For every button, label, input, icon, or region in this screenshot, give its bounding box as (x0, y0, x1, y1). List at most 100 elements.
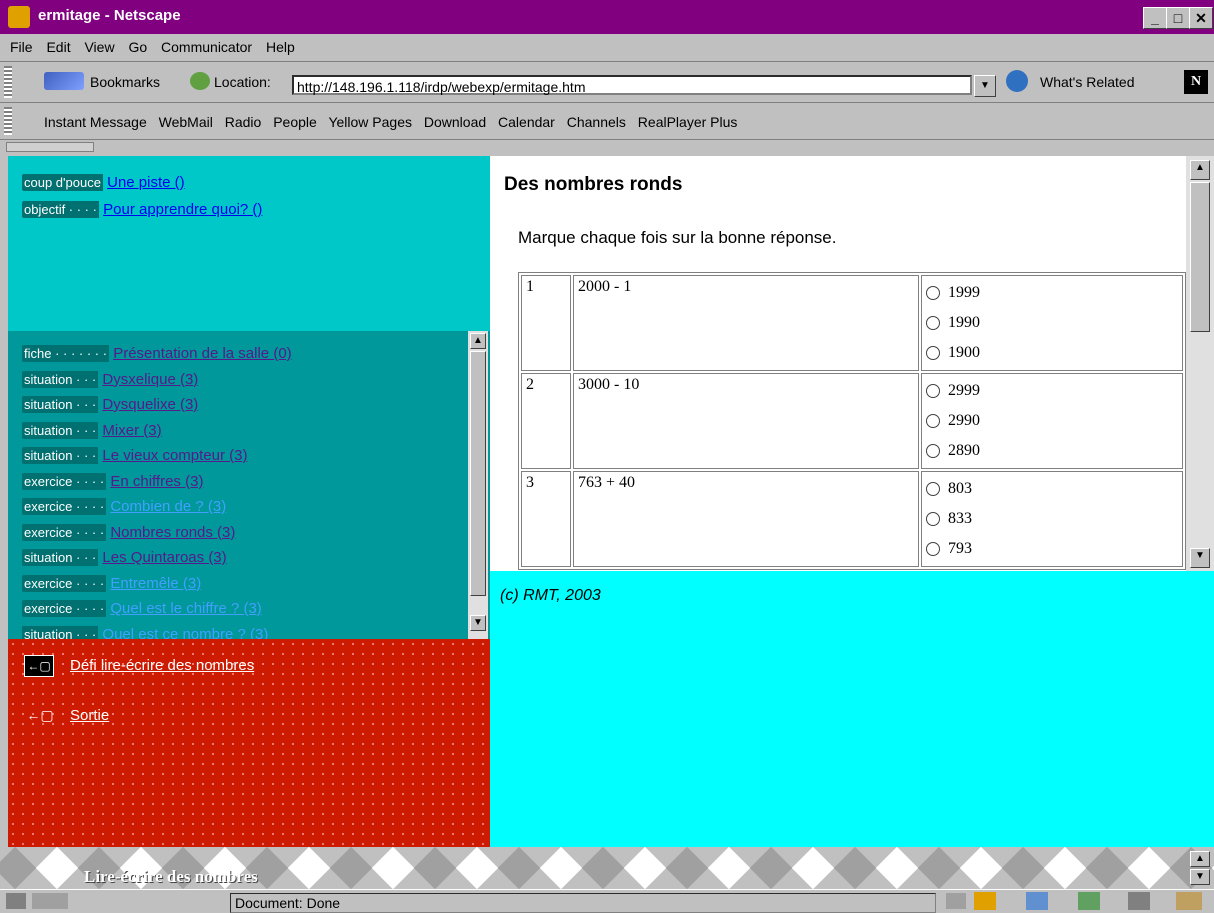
content-scrollbar[interactable]: ▲ ▼ (1186, 156, 1214, 571)
row-tag: fiche · · · · · · · (22, 345, 110, 362)
diamond-shape (581, 847, 625, 889)
diamond-shape (329, 847, 373, 889)
whats-related-button[interactable]: What's Related (1040, 74, 1135, 90)
radio-button[interactable] (926, 542, 940, 557)
diamond-shape (707, 847, 751, 889)
scroll-up-button[interactable]: ▲ (470, 333, 486, 349)
option-label: 1900 (948, 344, 980, 361)
minimize-button[interactable]: _ (1143, 7, 1167, 29)
instruction-text: Marque chaque fois sur la bonne réponse. (518, 228, 837, 247)
nav-link[interactable]: Combien de ? (3) (110, 498, 226, 515)
exit-link[interactable]: Sortie (70, 707, 109, 724)
copyright-text: (c) RMT, 2003 (500, 587, 601, 604)
hint-link[interactable]: Une piste () (107, 174, 185, 191)
option-label: 803 (948, 480, 972, 497)
menu-communicator[interactable]: Communicator (161, 39, 252, 55)
radio-button[interactable] (926, 316, 940, 331)
radio-button[interactable] (926, 384, 940, 399)
nav-link[interactable]: Entremêle (3) (110, 575, 201, 592)
netscape-app-icon (8, 6, 30, 28)
pt-yellow-pages[interactable]: Yellow Pages (328, 114, 412, 130)
discussion-icon[interactable] (1078, 892, 1100, 910)
scroll-down-button[interactable]: ▼ (1190, 869, 1210, 885)
mail-icon[interactable] (1026, 892, 1048, 910)
radio-button[interactable] (926, 414, 940, 429)
pt-webmail[interactable]: WebMail (159, 114, 213, 130)
scroll-up-button[interactable]: ▲ (1190, 160, 1210, 180)
row-tag: coup d'pouce (22, 174, 103, 191)
challenge-link[interactable]: Défi lire-écrire des nombres (70, 657, 254, 674)
scroll-up-button[interactable]: ▲ (1190, 851, 1210, 867)
toolbar-grip[interactable] (4, 66, 12, 98)
scroll-thumb[interactable] (1190, 182, 1210, 332)
menu-view[interactable]: View (84, 39, 114, 55)
radio-button[interactable] (926, 346, 940, 361)
diamond-shape (287, 847, 331, 889)
answer-options: 1999 1990 1900 (921, 275, 1183, 371)
scroll-down-button[interactable]: ▼ (1190, 548, 1210, 568)
question-row: 3 763 + 40 803 833 793 (521, 471, 1183, 567)
answer-option[interactable]: 1990 (926, 308, 1178, 338)
answer-option[interactable]: 1900 (926, 338, 1178, 368)
nav-link[interactable]: Les Quintaroas (3) (102, 549, 226, 566)
nav-scrollbar[interactable]: ▲ ▼ (468, 331, 488, 639)
answer-option[interactable]: 803 (926, 474, 1178, 504)
status-text: Document: Done (230, 893, 936, 913)
answer-option[interactable]: 2890 (926, 436, 1178, 466)
pt-people[interactable]: People (273, 114, 317, 130)
answer-option[interactable]: 2999 (926, 376, 1178, 406)
personal-toolbar-items: Instant Message WebMail Radio People Yel… (44, 114, 745, 130)
nav-link[interactable]: Dysxelique (3) (102, 371, 198, 388)
nav-link[interactable]: Le vieux compteur (3) (102, 447, 247, 464)
nav-link[interactable]: Dysquelixe (3) (102, 396, 198, 413)
nav-row: fiche · · · · · · · Présentation de la s… (22, 345, 292, 362)
answer-option[interactable]: 833 (926, 504, 1178, 534)
pt-channels[interactable]: Channels (567, 114, 626, 130)
hint-frame: coup d'pouce Une piste () objectif · · ·… (8, 156, 490, 331)
navigator-icon[interactable] (974, 892, 996, 910)
radio-button[interactable] (926, 286, 940, 301)
radio-button[interactable] (926, 482, 940, 497)
radio-button[interactable] (926, 512, 940, 527)
title-bar: ermitage - Netscape _ □ ✕ (0, 0, 1214, 34)
netscape-n-icon[interactable]: N (1184, 70, 1208, 94)
maximize-button[interactable]: □ (1166, 7, 1190, 29)
back-arrow-icon[interactable]: ←▢ (24, 655, 54, 677)
collapsed-toolbar-tab[interactable] (0, 140, 1214, 154)
scroll-thumb[interactable] (470, 351, 486, 596)
menu-file[interactable]: File (10, 39, 33, 55)
answer-option[interactable]: 1999 (926, 278, 1178, 308)
toolbar-grip[interactable] (4, 107, 12, 135)
answer-option[interactable]: 793 (926, 534, 1178, 564)
answer-option[interactable]: 2990 (926, 406, 1178, 436)
menu-go[interactable]: Go (128, 39, 147, 55)
location-dropdown-button[interactable]: ▼ (974, 75, 996, 97)
component-bar-grip-icon[interactable] (946, 893, 966, 909)
nav-link[interactable]: Nombres ronds (3) (110, 524, 235, 541)
scroll-down-button[interactable]: ▼ (470, 615, 486, 631)
pt-realplayer-plus[interactable]: RealPlayer Plus (638, 114, 738, 130)
menu-edit[interactable]: Edit (46, 39, 70, 55)
objective-link[interactable]: Pour apprendre quoi? () (103, 201, 262, 218)
nav-link[interactable]: Quel est le chiffre ? (3) (110, 600, 261, 617)
pt-download[interactable]: Download (424, 114, 486, 130)
menu-help[interactable]: Help (266, 39, 295, 55)
composer-icon[interactable] (1128, 892, 1150, 910)
question-row: 1 2000 - 1 1999 1990 1900 (521, 275, 1183, 371)
bookmarks-button[interactable]: Bookmarks (90, 74, 160, 90)
question-expression: 763 + 40 (573, 471, 919, 567)
nav-link[interactable]: Mixer (3) (102, 422, 161, 439)
exit-arrow-icon[interactable]: ←▢ (26, 705, 54, 725)
nav-link[interactable]: Présentation de la salle (0) (113, 345, 291, 362)
radio-button[interactable] (926, 444, 940, 459)
diamond-shape (1001, 847, 1045, 889)
pt-instant-message[interactable]: Instant Message (44, 114, 147, 130)
pt-radio[interactable]: Radio (225, 114, 262, 130)
toolbar-tab-handle[interactable] (6, 142, 94, 152)
edit-icon[interactable] (1176, 892, 1202, 910)
nav-link[interactable]: En chiffres (3) (110, 473, 203, 490)
security-lock-icon[interactable] (6, 893, 26, 909)
pt-calendar[interactable]: Calendar (498, 114, 555, 130)
close-button[interactable]: ✕ (1189, 7, 1213, 29)
location-input[interactable]: http://148.196.1.118/irdp/webexp/ermitag… (292, 75, 972, 95)
